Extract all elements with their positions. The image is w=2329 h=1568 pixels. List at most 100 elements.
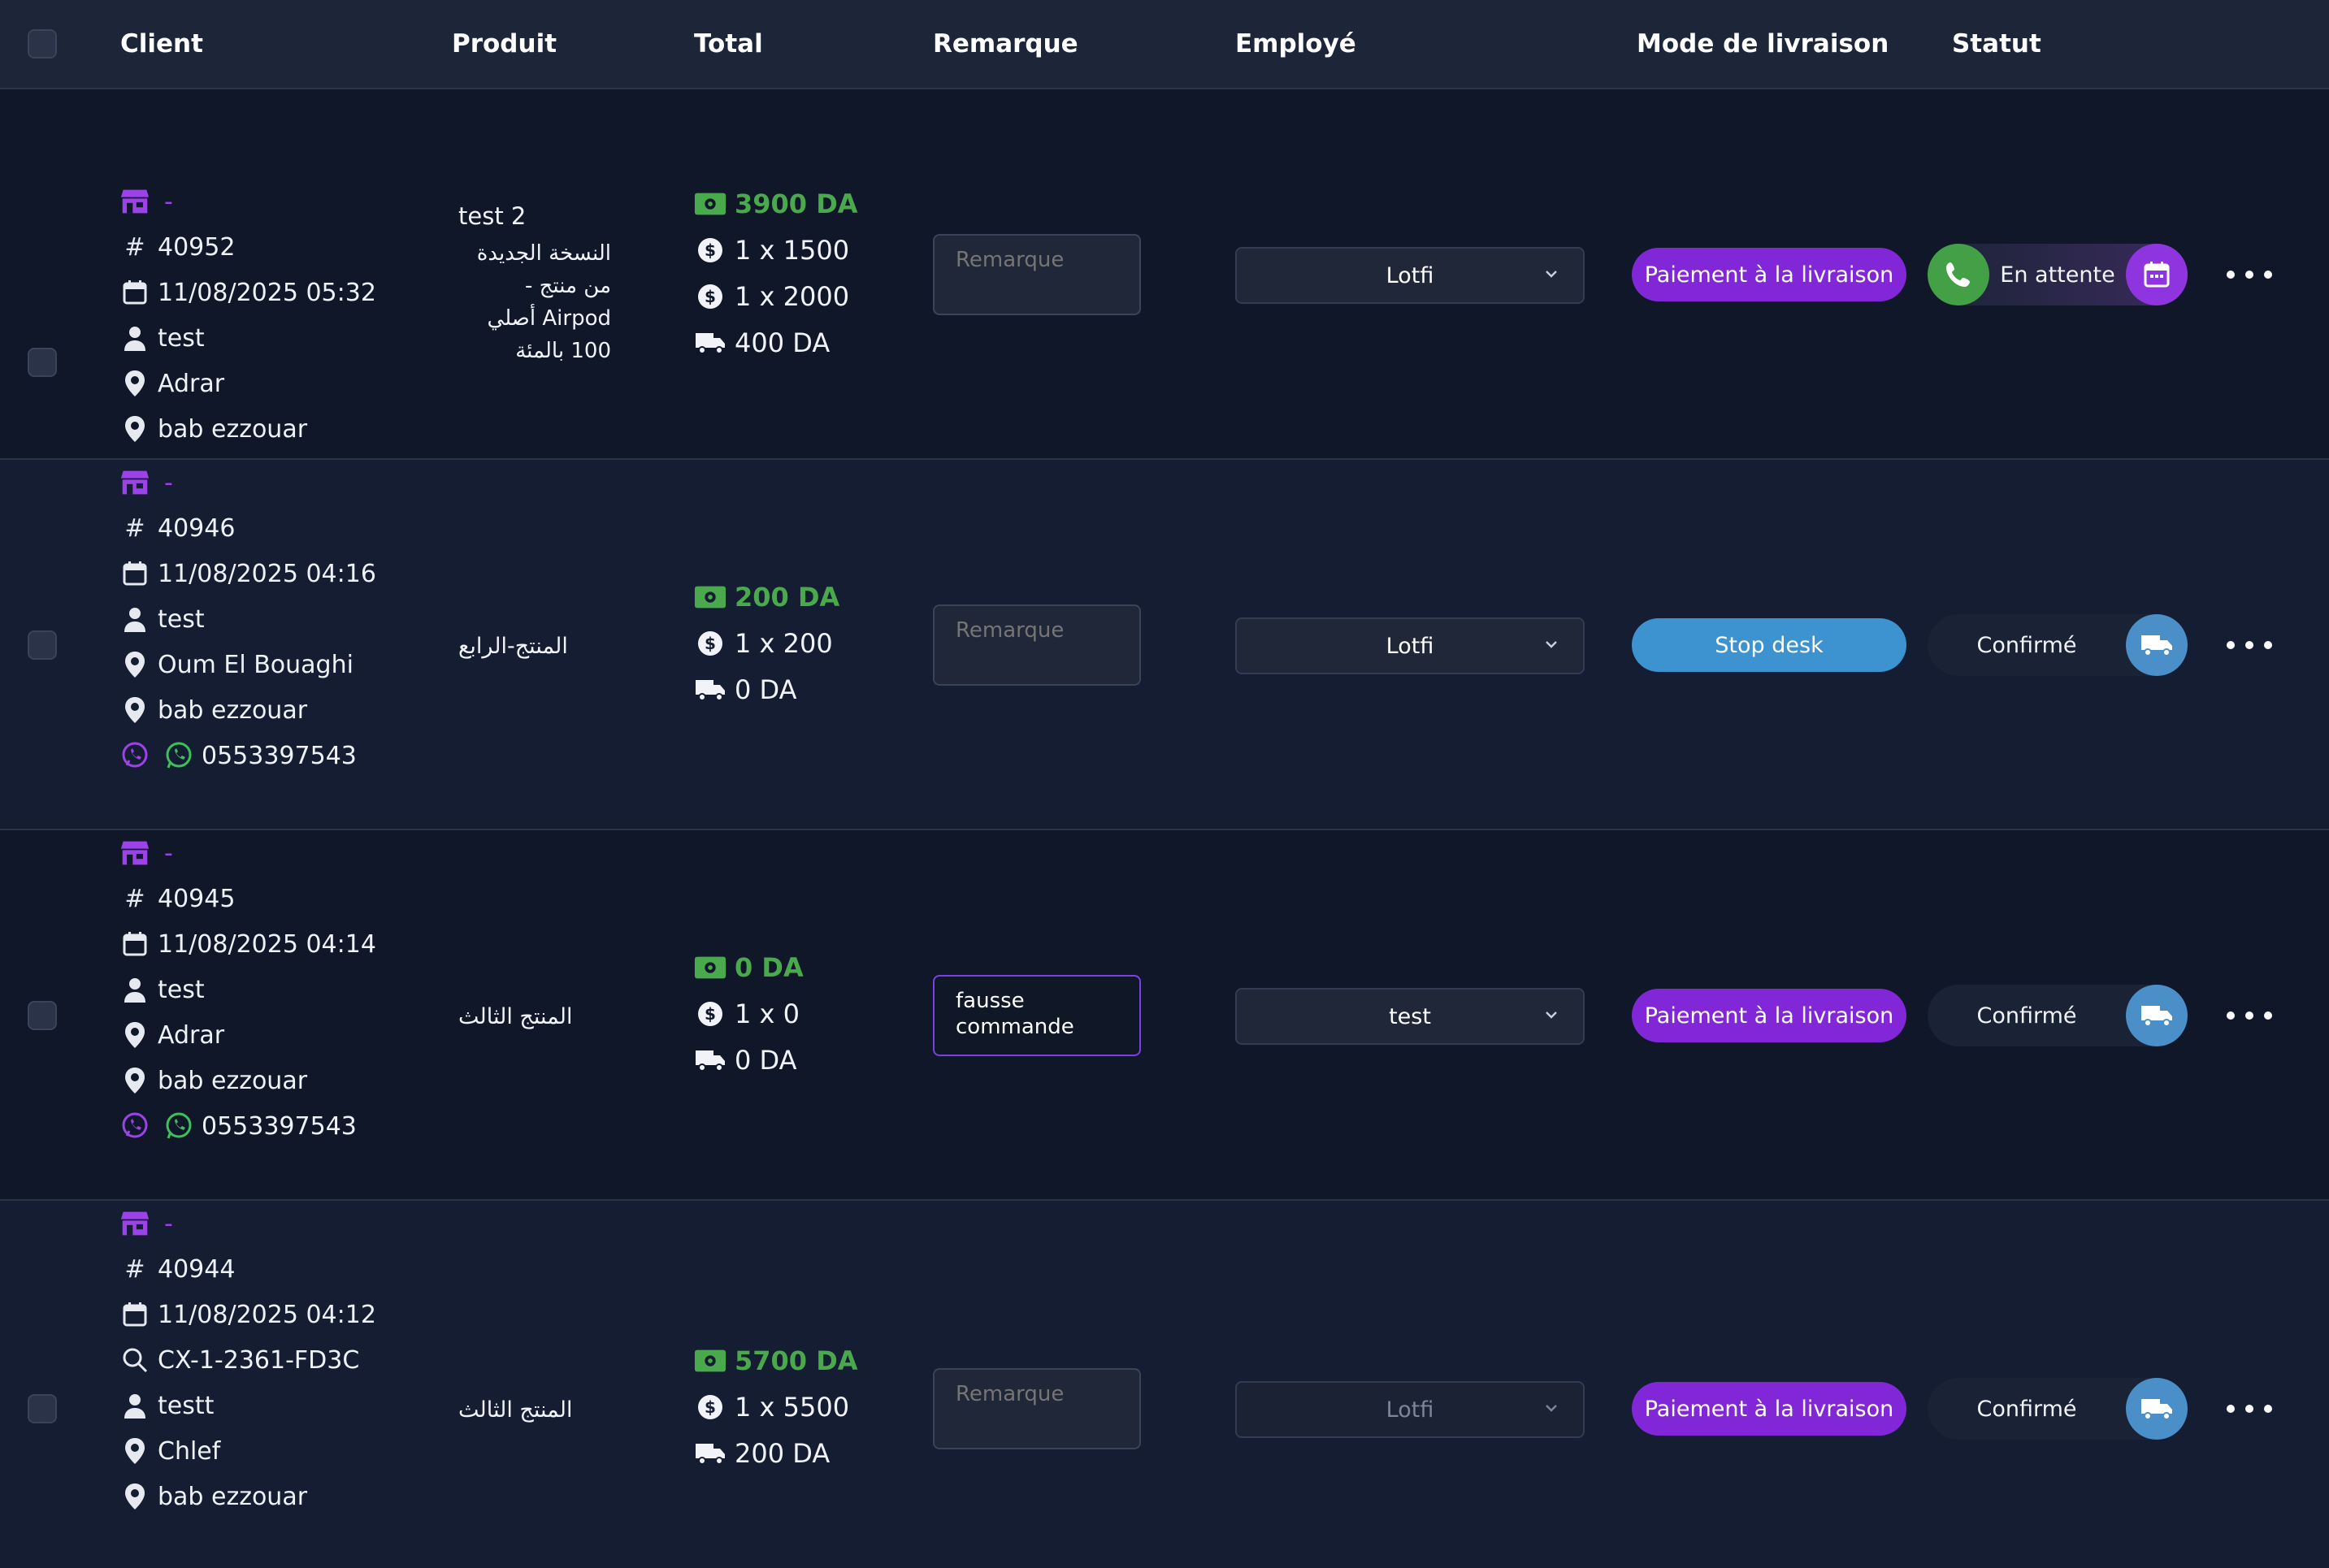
employee-select[interactable]: Lotfi [1235, 1381, 1585, 1438]
order-id[interactable]: 40945 [158, 885, 235, 913]
col-total[interactable]: Total [694, 0, 763, 88]
svg-text:$: $ [705, 1397, 716, 1417]
employee-select[interactable]: Lotfi [1235, 617, 1585, 674]
row-checkbox[interactable] [28, 630, 57, 660]
ship-button[interactable] [2126, 985, 2188, 1046]
truck-icon [694, 1439, 726, 1468]
select-all-checkbox[interactable] [28, 29, 57, 58]
col-statut[interactable]: Statut [1952, 0, 2041, 88]
whatsapp-icon[interactable] [164, 1111, 193, 1141]
table-row: - # 40945 11/08/2025 04:14 test Adrar ba… [0, 830, 2329, 1201]
shipping-cost: 200 DA [735, 1437, 831, 1469]
product-name-arabic: المنتج-الرابع [458, 634, 568, 659]
svg-text:$: $ [705, 634, 716, 653]
more-actions-button[interactable] [2227, 1393, 2272, 1425]
store-icon [120, 187, 150, 216]
viber-icon[interactable] [120, 1111, 150, 1141]
whatsapp-icon[interactable] [164, 741, 193, 770]
order-id[interactable]: 40944 [158, 1255, 235, 1284]
user-icon [120, 604, 150, 634]
location-pin-icon [120, 414, 150, 444]
store-line: - [120, 830, 376, 876]
store-name: - [164, 187, 173, 216]
call-button[interactable] [1928, 244, 1989, 305]
dollar-coin-icon: $ [694, 1393, 726, 1422]
delivery-mode-badge[interactable]: Paiement à la livraison [1632, 1382, 1906, 1436]
more-actions-button[interactable] [2227, 258, 2272, 291]
dollar-coin-icon: $ [694, 282, 726, 311]
chevron-down-icon [1546, 271, 1557, 278]
commune-line: bab ezzouar [120, 687, 376, 733]
remark-input[interactable] [933, 234, 1141, 315]
product-name-arabic: النسخة الجديدة من منتج - Airpod أصلي 100… [476, 241, 611, 363]
money-icon [694, 953, 726, 982]
order-total: 0 DA [735, 951, 804, 983]
ship-button[interactable] [2126, 1378, 2188, 1440]
col-mode-livraison[interactable]: Mode de livraison [1637, 0, 1889, 88]
hash-icon: # [124, 232, 145, 262]
row-checkbox[interactable] [28, 1001, 57, 1030]
shipping-cost: 0 DA [735, 1044, 797, 1076]
row-checkbox[interactable] [28, 1394, 57, 1423]
schedule-button[interactable] [2126, 244, 2188, 305]
item-line: $ 1 x 200 [694, 620, 839, 666]
table-row: - # 40952 11/08/2025 05:32 test Adrar ba… [0, 89, 2329, 489]
hash-icon: # [124, 1254, 145, 1284]
remark-input[interactable] [933, 1368, 1141, 1449]
calendar-icon [120, 559, 150, 588]
item-line: $ 1 x 2000 [694, 273, 858, 319]
phone-number[interactable]: 0553397543 [202, 742, 357, 770]
remark-input[interactable]: fausse commande [933, 975, 1141, 1056]
client-cell: - # 40945 11/08/2025 04:14 test Adrar ba… [120, 830, 376, 1149]
col-employe[interactable]: Employé [1235, 0, 1356, 88]
truck-icon [694, 1046, 726, 1075]
viber-icon[interactable] [120, 741, 150, 770]
order-date: 11/08/2025 04:16 [158, 559, 376, 588]
phone-number[interactable]: 0553397543 [202, 1112, 357, 1141]
wilaya-line: Chlef [120, 1428, 376, 1474]
orders-table: Client Produit Total Remarque Employé Mo… [0, 0, 2329, 1568]
calendar-icon [120, 278, 150, 307]
employee-select[interactable]: Lotfi [1235, 247, 1585, 304]
order-id-line: # 40945 [120, 876, 376, 921]
customer-name: test [158, 604, 205, 634]
client-cell: - # 40952 11/08/2025 05:32 test Adrar ba… [120, 179, 376, 497]
order-id[interactable]: 40946 [158, 514, 235, 543]
phone-line: 0553397543 [120, 1103, 376, 1149]
col-remarque[interactable]: Remarque [933, 0, 1078, 88]
dollar-coin-icon: $ [694, 629, 726, 658]
more-actions-button[interactable] [2227, 629, 2272, 661]
more-actions-button[interactable] [2227, 999, 2272, 1032]
wilaya: Adrar [158, 1020, 225, 1050]
customer-line: testt [120, 1383, 376, 1428]
order-id-line: # 40952 [120, 224, 376, 270]
date-line: 11/08/2025 05:32 [120, 270, 376, 315]
delivery-mode-badge[interactable]: Paiement à la livraison [1632, 248, 1906, 301]
table-row: - # 40946 11/08/2025 04:16 test Oum El B… [0, 460, 2329, 830]
total-cell: 5700 DA $ 1 x 5500 200 DA [694, 1337, 858, 1476]
product-cell: test 2 النسخة الجديدة من منتج - Airpod أ… [458, 200, 637, 367]
ship-button[interactable] [2126, 614, 2188, 676]
col-client[interactable]: Client [120, 0, 203, 88]
chevron-down-icon [1546, 1011, 1557, 1019]
customer-name: test [158, 975, 205, 1004]
wilaya: Chlef [158, 1436, 221, 1466]
order-id[interactable]: 40952 [158, 233, 235, 262]
commune: bab ezzouar [158, 695, 308, 725]
svg-text:$: $ [705, 240, 716, 260]
row-checkbox[interactable] [28, 348, 57, 377]
tracking-code[interactable]: CX-1-2361-FD3C [158, 1346, 359, 1375]
delivery-mode-badge[interactable]: Stop desk [1632, 618, 1906, 672]
shipping-line: 400 DA [694, 319, 858, 366]
col-produit[interactable]: Produit [452, 0, 557, 88]
shipping-line: 0 DA [694, 1037, 804, 1083]
employee-select[interactable]: test [1235, 988, 1585, 1045]
remark-input[interactable] [933, 604, 1141, 686]
wilaya-line: Oum El Bouaghi [120, 642, 376, 687]
status-control: En attente [1928, 244, 2188, 305]
store-icon [120, 838, 150, 868]
truck-icon [694, 675, 726, 704]
date-line: 11/08/2025 04:12 [120, 1292, 376, 1337]
delivery-mode-badge[interactable]: Paiement à la livraison [1632, 989, 1906, 1042]
wilaya-line: Adrar [120, 361, 376, 406]
